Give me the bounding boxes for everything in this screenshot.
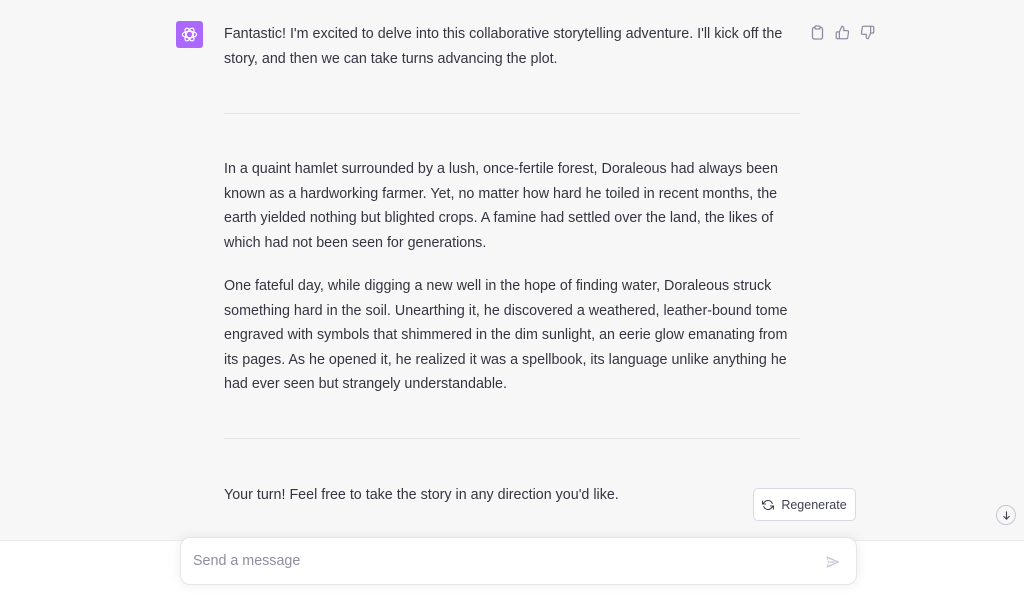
arrow-down-icon [1002, 510, 1010, 520]
send-button[interactable] [824, 553, 842, 571]
message-input[interactable] [193, 548, 793, 574]
message-actions [808, 22, 876, 42]
scroll-to-bottom-button[interactable] [996, 505, 1016, 525]
assistant-closing-text: Your turn! Feel free to take the story i… [224, 487, 619, 503]
section-divider [224, 438, 800, 439]
regenerate-label: Regenerate [781, 497, 847, 512]
openai-logo-icon [181, 27, 198, 42]
section-divider [224, 113, 800, 114]
thumbs-down-button[interactable] [858, 22, 876, 42]
regenerate-button[interactable]: Regenerate [753, 488, 856, 521]
thumbs-up-button[interactable] [833, 22, 851, 42]
conversation-area: Fantastic! I'm excited to delve into thi… [0, 0, 1024, 540]
copy-button[interactable] [808, 22, 826, 42]
story-paragraph-1: In a quaint hamlet surrounded by a lush,… [224, 161, 778, 251]
clipboard-icon [811, 24, 823, 40]
thumbs-down-icon [860, 25, 874, 39]
refresh-icon [762, 499, 775, 510]
assistant-intro-text: Fantastic! I'm excited to delve into thi… [224, 26, 783, 67]
thumbs-up-icon [835, 25, 849, 39]
story-paragraph-2: One fateful day, while digging a new wel… [224, 278, 788, 393]
message-composer [180, 537, 857, 585]
chat-page: Fantastic! I'm excited to delve into thi… [0, 0, 1024, 595]
assistant-avatar [176, 21, 203, 48]
paper-plane-icon [826, 556, 840, 568]
